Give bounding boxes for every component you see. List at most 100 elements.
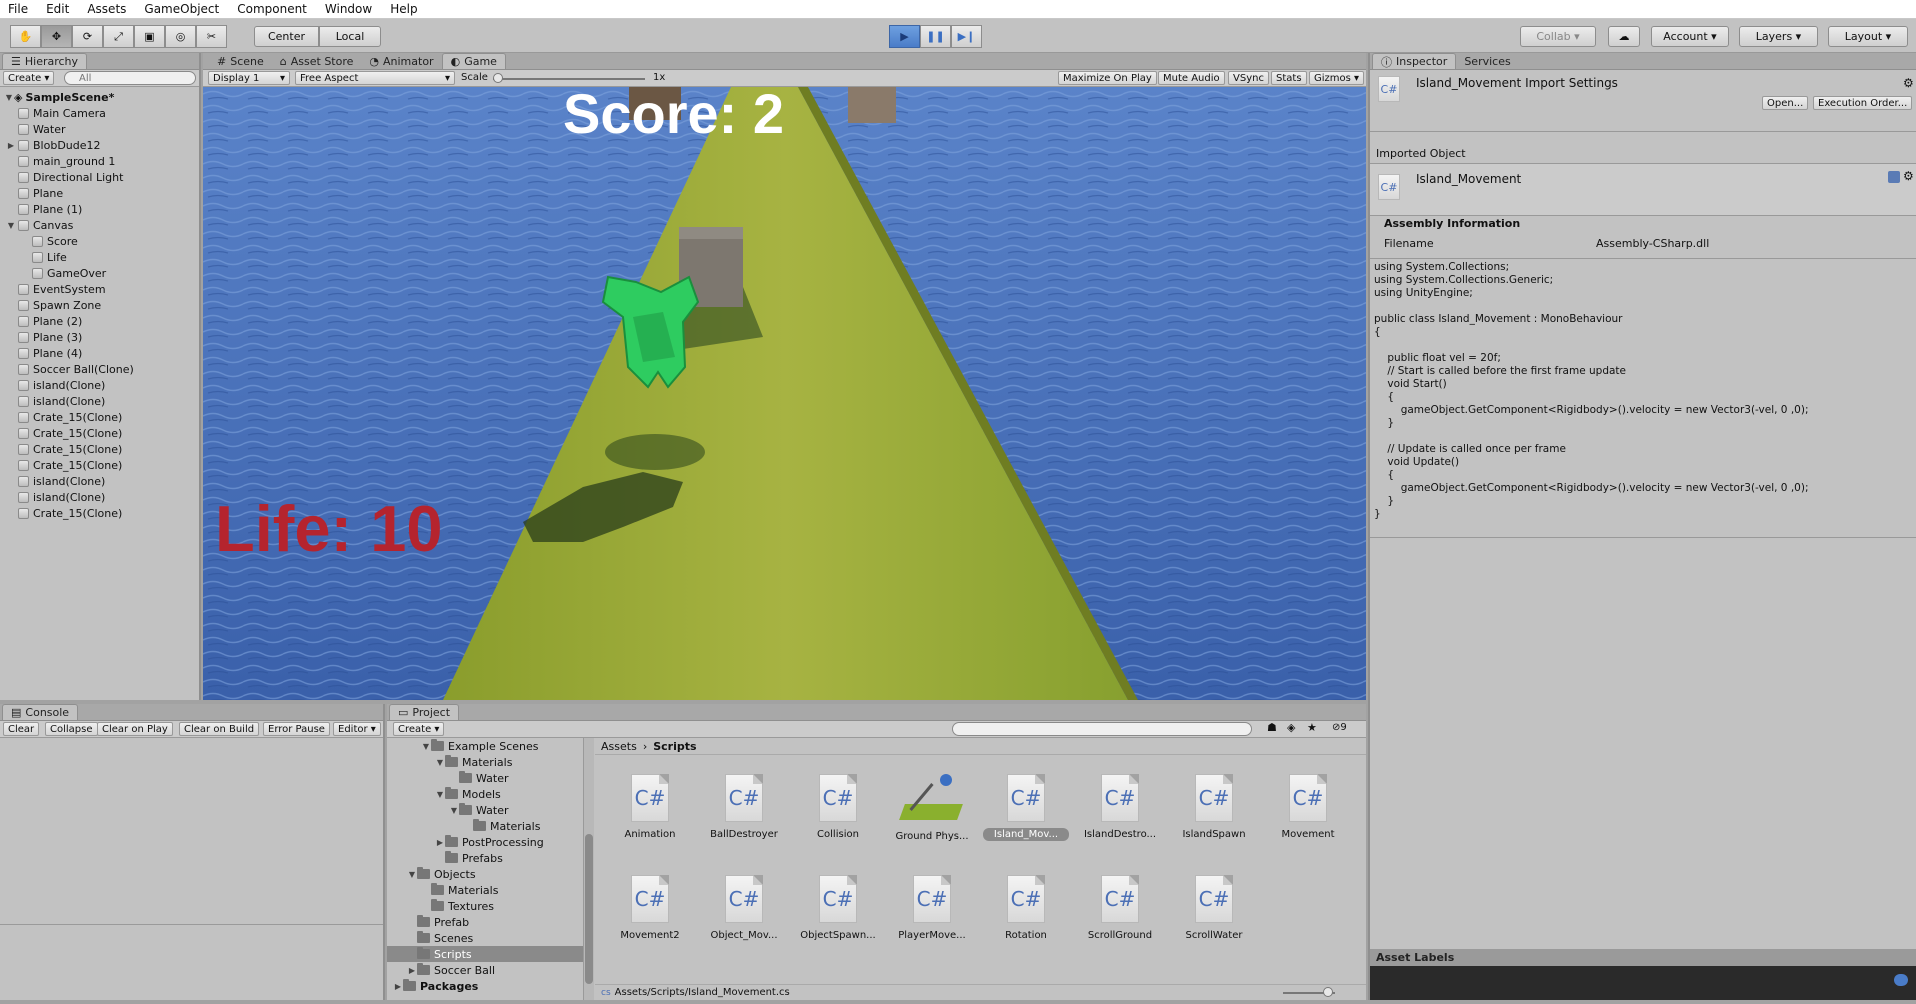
expand-triangle-icon[interactable]: ▶ xyxy=(435,838,445,847)
hierarchy-item[interactable]: Plane xyxy=(4,185,199,201)
menu-item-component[interactable]: Component xyxy=(237,2,307,16)
gear-icon[interactable]: ⚙ xyxy=(1903,76,1914,90)
tab-inspector[interactable]: ⓘ Inspector xyxy=(1372,53,1457,69)
project-folder[interactable]: ▼ Water xyxy=(387,802,583,818)
pivot-local-button[interactable]: Local xyxy=(319,26,381,47)
project-folder[interactable]: Materials xyxy=(387,818,583,834)
hierarchy-item[interactable]: Crate_15(Clone) xyxy=(4,425,199,441)
pause-button[interactable]: ❚❚ xyxy=(920,25,951,48)
hierarchy-item[interactable]: island(Clone) xyxy=(4,473,199,489)
custom-tool-button[interactable]: ✂ xyxy=(196,25,227,48)
expand-triangle-icon[interactable]: ▼ xyxy=(421,742,431,751)
project-folder[interactable]: Prefab xyxy=(387,914,583,930)
asset-item[interactable]: C# Island_Mov... xyxy=(983,774,1069,841)
hierarchy-search-input[interactable] xyxy=(64,71,196,85)
filter-type-icon[interactable]: ☗ xyxy=(1267,721,1277,734)
menu-item-file[interactable]: File xyxy=(8,2,28,16)
tree-scrollbar-thumb[interactable] xyxy=(585,834,593,984)
project-folder[interactable]: Materials xyxy=(387,882,583,898)
project-folder[interactable]: ▼ Objects xyxy=(387,866,583,882)
asset-item[interactable]: C# Rotation xyxy=(983,875,1069,942)
layers-dropdown[interactable]: Layers ▾ xyxy=(1739,26,1818,47)
layout-dropdown[interactable]: Layout ▾ xyxy=(1828,26,1908,47)
asset-item[interactable]: C# ScrollWater xyxy=(1171,875,1257,942)
cloud-button[interactable]: ☁ xyxy=(1608,26,1640,47)
hierarchy-item[interactable]: GameOver xyxy=(4,265,199,281)
console-clear-on-play-button[interactable]: Clear on Play xyxy=(97,722,173,736)
menu-item-gameobject[interactable]: GameObject xyxy=(144,2,219,16)
hierarchy-item[interactable]: island(Clone) xyxy=(4,393,199,409)
account-dropdown[interactable]: Account ▾ xyxy=(1651,26,1729,47)
hierarchy-item[interactable]: Score xyxy=(4,233,199,249)
asset-item[interactable]: C# BallDestroyer xyxy=(701,774,787,841)
gear-icon[interactable]: ⚙ xyxy=(1903,169,1914,183)
hierarchy-item[interactable]: Crate_15(Clone) xyxy=(4,409,199,425)
project-search-input[interactable] xyxy=(952,722,1252,736)
project-folder[interactable]: ▼ Example Scenes xyxy=(387,738,583,754)
move-tool-button[interactable]: ✥ xyxy=(41,25,72,48)
menu-item-window[interactable]: Window xyxy=(325,2,372,16)
expand-triangle-icon[interactable]: ▼ xyxy=(407,870,417,879)
expand-triangle-icon[interactable]: ▼ xyxy=(6,221,16,230)
maximize-on-play-toggle[interactable]: Maximize On Play xyxy=(1058,71,1157,85)
hierarchy-item[interactable]: Crate_15(Clone) xyxy=(4,457,199,473)
project-folder[interactable]: Scenes xyxy=(387,930,583,946)
breadcrumb-assets[interactable]: Assets xyxy=(601,740,637,753)
mute-audio-toggle[interactable]: Mute Audio xyxy=(1158,71,1225,85)
hierarchy-item[interactable]: island(Clone) xyxy=(4,489,199,505)
hierarchy-item[interactable]: Plane (3) xyxy=(4,329,199,345)
collab-dropdown[interactable]: Collab ▾ xyxy=(1520,26,1596,47)
hierarchy-item[interactable]: Crate_15(Clone) xyxy=(4,505,199,521)
pivot-center-button[interactable]: Center xyxy=(254,26,319,47)
hierarchy-item[interactable]: Soccer Ball(Clone) xyxy=(4,361,199,377)
tab-animator[interactable]: ◔ Animator xyxy=(361,53,441,69)
menu-item-assets[interactable]: Assets xyxy=(87,2,126,16)
expand-triangle-icon[interactable]: ▶ xyxy=(393,982,403,991)
menu-item-help[interactable]: Help xyxy=(390,2,417,16)
tab-hierarchy[interactable]: ☰ Hierarchy xyxy=(2,53,88,69)
project-folder[interactable]: ▶ Soccer Ball xyxy=(387,962,583,978)
project-folder[interactable]: ▶ Packages xyxy=(387,978,583,994)
hierarchy-item[interactable]: island(Clone) xyxy=(4,377,199,393)
project-folder[interactable]: ▶ PostProcessing xyxy=(387,834,583,850)
hierarchy-item[interactable]: Spawn Zone xyxy=(4,297,199,313)
expand-triangle-icon[interactable]: ▶ xyxy=(407,966,417,975)
asset-item[interactable]: C# PlayerMove... xyxy=(889,875,975,942)
rotate-tool-button[interactable]: ⟳ xyxy=(72,25,103,48)
breadcrumb-scripts[interactable]: Scripts xyxy=(653,740,696,753)
project-folder[interactable]: Scripts xyxy=(387,946,583,962)
asset-item[interactable]: C# IslandDestro... xyxy=(1077,774,1163,841)
label-tag-icon[interactable] xyxy=(1894,974,1908,986)
rect-tool-button[interactable]: ▣ xyxy=(134,25,165,48)
asset-item[interactable]: C# ScrollGround xyxy=(1077,875,1163,942)
hierarchy-item[interactable]: main_ground 1 xyxy=(4,153,199,169)
project-folder[interactable]: ▼ Materials xyxy=(387,754,583,770)
hierarchy-item[interactable]: Plane (2) xyxy=(4,313,199,329)
hierarchy-item[interactable]: Directional Light xyxy=(4,169,199,185)
transform-tool-button[interactable]: ◎ xyxy=(165,25,196,48)
gizmos-dropdown[interactable]: Gizmos ▾ xyxy=(1309,71,1365,85)
asset-item[interactable]: C# Collision xyxy=(795,774,881,841)
expand-triangle-icon[interactable]: ▼ xyxy=(4,93,14,102)
tab-game[interactable]: ◐ Game xyxy=(441,53,506,69)
vsync-toggle[interactable]: VSync xyxy=(1228,71,1269,85)
aspect-dropdown[interactable]: Free Aspect ▾ xyxy=(295,71,455,85)
tab-console[interactable]: ▤ Console xyxy=(2,704,79,720)
execution-order-button[interactable]: Execution Order... xyxy=(1813,96,1913,110)
scene-root[interactable]: ▼ ◈ SampleScene* xyxy=(4,89,199,105)
step-button[interactable]: ▶❙ xyxy=(951,25,982,48)
asset-item[interactable]: C# Movement xyxy=(1265,774,1351,841)
project-folder[interactable]: Water xyxy=(387,770,583,786)
display-dropdown[interactable]: Display 1 ▾ xyxy=(208,71,290,85)
icon-size-slider-handle[interactable] xyxy=(1323,987,1333,997)
asset-item[interactable]: C# Animation xyxy=(607,774,693,841)
asset-item[interactable]: C# ObjectSpawn... xyxy=(795,875,881,942)
hand-tool-button[interactable]: ✋ xyxy=(10,25,41,48)
expand-triangle-icon[interactable]: ▼ xyxy=(435,758,445,767)
project-folder[interactable]: Prefabs xyxy=(387,850,583,866)
hierarchy-item[interactable]: ▼ Canvas xyxy=(4,217,199,233)
hierarchy-create-button[interactable]: Create ▾ xyxy=(3,71,55,85)
project-folder[interactable]: Textures xyxy=(387,898,583,914)
hierarchy-item[interactable]: ▶ BlobDude12 xyxy=(4,137,199,153)
expand-triangle-icon[interactable]: ▼ xyxy=(449,806,459,815)
